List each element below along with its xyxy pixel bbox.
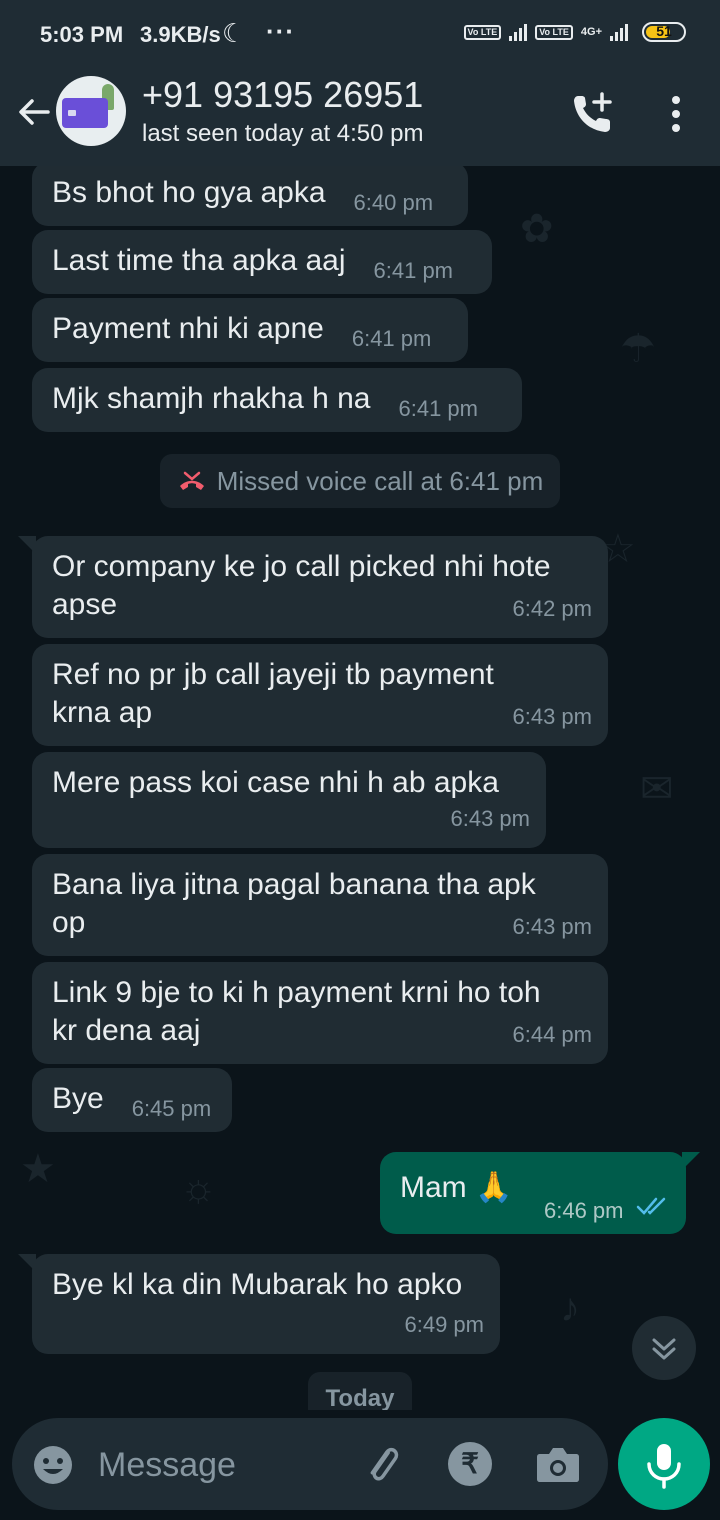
volte-icon-2: Vo LTE (535, 24, 573, 40)
message-text: Link 9 bje to ki h payment krni ho toh k… (52, 976, 541, 1047)
incoming-message[interactable]: Mjk shamjh rhakha h na 6:41 pm (32, 368, 522, 432)
message-time: 6:43 pm (512, 914, 593, 939)
incoming-message[interactable]: Last time tha apka aaj 6:41 pm (32, 230, 492, 294)
message-input[interactable] (96, 1440, 340, 1490)
message-text: Last time tha apka aaj (52, 244, 346, 277)
incoming-message[interactable]: Bs bhot ho gya apka 6:40 pm (32, 166, 468, 226)
back-arrow-icon[interactable] (14, 92, 54, 132)
message-text: Payment nhi ki apne (52, 312, 324, 345)
chat-area[interactable]: ✿ ☂ ☆ ✉ ★ ☼ ♪ Bs bhot ho gya apka 6:40 pm… (0, 166, 720, 1410)
payment-icon[interactable]: ₹ (448, 1442, 492, 1486)
message-text: Bye (52, 1082, 104, 1115)
wallpaper-doodle: ✉ (640, 767, 674, 811)
message-composer: ₹ (12, 1418, 608, 1510)
chat-header: +91 93195 26951 last seen today at 4:50 … (0, 70, 720, 166)
card-chip (68, 110, 76, 116)
message-time: 6:49 pm (404, 1312, 485, 1337)
outgoing-message[interactable]: Mam 🙏 6:46 pm (380, 1152, 700, 1234)
message-text: Bana liya jitna pagal banana tha apk op (52, 868, 536, 939)
contact-name[interactable]: +91 93195 26951 (142, 74, 423, 116)
incoming-message[interactable]: Bye kl ka din Mubarak ho apko 6:49 pm (18, 1254, 500, 1354)
missed-call-icon (179, 471, 204, 490)
message-time: 6:44 pm (512, 1022, 593, 1047)
status-icons: Vo LTE Vo LTE 4G+ 51 (463, 22, 686, 42)
message-time: 6:43 pm (512, 704, 593, 729)
double-chevron-down-icon (652, 1338, 676, 1360)
signal-icon (509, 23, 528, 41)
status-bar: 5:03 PM 3.9KB/s ☾ ··· Vo LTE Vo LTE 4G+ … (0, 0, 720, 70)
message-time: 6:42 pm (512, 596, 593, 621)
wallpaper-doodle: ♪ (560, 1286, 580, 1330)
message-text: Mjk shamjh rhakha h na (52, 382, 371, 415)
message-time: 6:43 pm (450, 806, 531, 831)
incoming-message[interactable]: Bye 6:45 pm (32, 1068, 232, 1132)
message-time: 6:41 pm (398, 396, 479, 421)
wallpaper-doodle: ☼ (180, 1166, 217, 1210)
signal-icon-2 (610, 23, 628, 41)
emoji-icon[interactable] (32, 1444, 74, 1486)
message-time: 6:45 pm (131, 1096, 212, 1121)
message-time: 6:46 pm (544, 1198, 624, 1223)
incoming-message[interactable]: Link 9 bje to ki h payment krni ho toh k… (32, 962, 608, 1064)
wallpaper-doodle: ★ (20, 1147, 56, 1191)
message-time: 6:40 pm (353, 190, 434, 215)
message-text: Ref no pr jb call jayeji tb payment krna… (52, 658, 494, 729)
camera-icon[interactable] (534, 1442, 582, 1486)
network-type: 4G+ (580, 26, 602, 38)
attach-icon[interactable] (358, 1440, 406, 1488)
message-text: Mere pass koi case nhi h ab apka (52, 766, 499, 799)
missed-call-notice[interactable]: Missed voice call at 6:41 pm (160, 454, 560, 508)
wallpaper-doodle: ✿ (520, 207, 554, 251)
read-ticks-icon (636, 1197, 666, 1215)
date-chip: Today (308, 1372, 412, 1410)
missed-call-text: Missed voice call at 6:41 pm (216, 465, 544, 496)
battery-level: 51 (656, 23, 672, 39)
message-time: 6:41 pm (351, 326, 432, 351)
message-time: 6:41 pm (373, 258, 454, 283)
volte-icon: Vo LTE (463, 24, 502, 40)
message-text: Bye kl ka din Mubarak ho apko (52, 1268, 463, 1301)
add-call-icon[interactable] (568, 88, 618, 138)
microphone-icon (647, 1444, 681, 1489)
incoming-message[interactable]: Ref no pr jb call jayeji tb payment krna… (32, 644, 608, 746)
more-notifications-icon: ··· (266, 16, 295, 46)
last-seen-status: last seen today at 4:50 pm (142, 120, 424, 147)
message-text: Mam 🙏 (400, 1171, 513, 1204)
battery-icon: 51 (642, 22, 686, 42)
message-text: Or company ke jo call picked nhi hote ap… (52, 550, 551, 621)
wallpaper-doodle: ☂ (620, 327, 656, 371)
incoming-message[interactable]: Bana liya jitna pagal banana tha apk op … (32, 854, 608, 956)
scroll-to-bottom-button[interactable] (632, 1316, 696, 1380)
message-text: Bs bhot ho gya apka (52, 176, 326, 209)
incoming-message[interactable]: Mere pass koi case nhi h ab apka 6:43 pm (32, 752, 546, 848)
avatar[interactable] (56, 76, 126, 146)
do-not-disturb-icon: ☾ (222, 18, 246, 48)
incoming-message[interactable]: Or company ke jo call picked nhi hote ap… (18, 536, 608, 638)
incoming-message[interactable]: Payment nhi ki apne 6:41 pm (32, 298, 468, 362)
network-speed: 3.9KB/s (140, 22, 221, 47)
voice-message-button[interactable] (618, 1418, 710, 1510)
more-options-icon[interactable] (664, 92, 688, 136)
status-time: 5:03 PM (40, 22, 124, 47)
